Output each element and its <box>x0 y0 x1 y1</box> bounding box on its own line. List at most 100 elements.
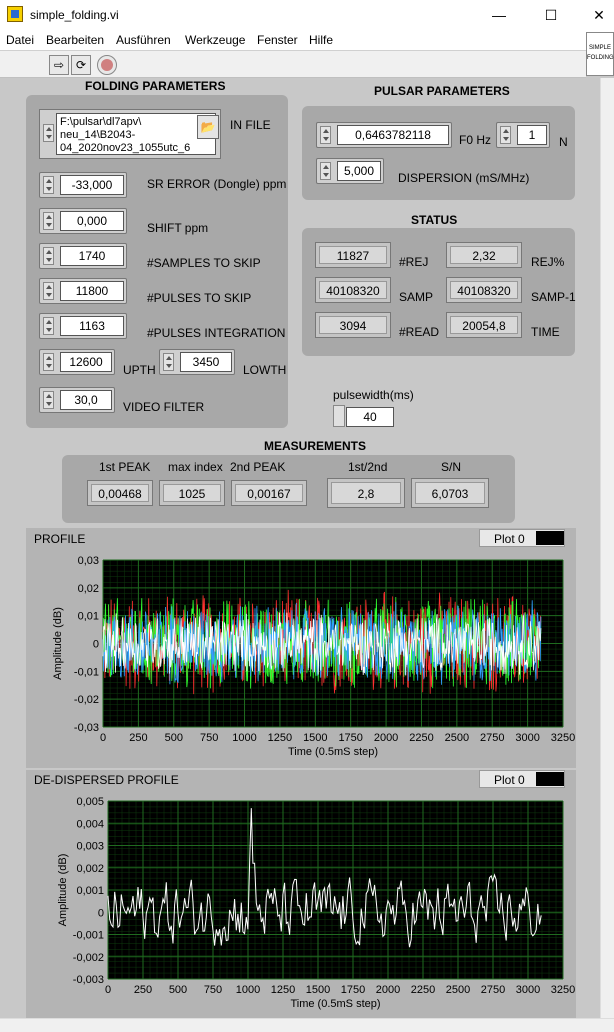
samp-indicator: 40108320 <box>315 277 391 303</box>
y-tick-label: 0 <box>98 907 104 919</box>
vi-icon-pane: SIMPLE FOLDING <box>586 32 614 76</box>
upth-value[interactable]: 12600 <box>60 352 112 372</box>
infile-spinner[interactable] <box>43 124 54 142</box>
time-label: TIME <box>531 325 560 339</box>
y-tick-label: -0,003 <box>73 974 104 986</box>
lowth-control[interactable]: 3450 <box>159 349 235 375</box>
dedispersed-title: DE-DISPERSED PROFILE <box>34 773 179 787</box>
rejpct-indicator: 2,32 <box>446 242 522 268</box>
profile-legend[interactable]: Plot 0 <box>479 529 565 547</box>
samp1-label: SAMP-1 <box>531 290 576 304</box>
shift-label: SHIFT ppm <box>147 221 209 235</box>
f0-value[interactable]: 0,6463782118 <box>337 125 449 145</box>
menu-werkzeuge[interactable]: Werkzeuge <box>185 33 245 47</box>
horizontal-scrollbar[interactable] <box>0 1018 614 1032</box>
n-spinner[interactable] <box>500 126 511 144</box>
vertical-scrollbar[interactable] <box>600 78 614 1018</box>
y-tick-label: -0,001 <box>73 930 104 942</box>
dispersion-value[interactable]: 5,000 <box>337 161 381 181</box>
samples-skip-value[interactable]: 1740 <box>60 246 124 266</box>
profile-legend-label: Plot 0 <box>494 532 525 546</box>
y-tick-label: 0,03 <box>78 555 99 567</box>
pulses-skip-spinner[interactable] <box>43 282 54 300</box>
vi-icon-line1: SIMPLE <box>588 45 611 51</box>
pulses-integration-control[interactable]: 1163 <box>39 313 127 339</box>
sr-error-spinner[interactable] <box>43 176 54 194</box>
dedispersed-legend[interactable]: Plot 0 <box>479 770 565 788</box>
time-indicator: 20054,8 <box>446 312 522 338</box>
folder-open-icon[interactable]: 📂 <box>197 115 219 139</box>
pulsewidth-value[interactable]: 40 <box>346 407 394 427</box>
samples-skip-spinner[interactable] <box>43 247 54 265</box>
dispersion-spinner[interactable] <box>320 162 331 180</box>
x-tick-label: 2500 <box>445 732 469 744</box>
x-tick-label: 1500 <box>306 984 330 996</box>
x-tick-label: 3250 <box>551 984 575 996</box>
peak2-indicator: 0,00167 <box>231 480 307 506</box>
lowth-label: LOWTH <box>243 363 287 377</box>
peak2-value: 0,00167 <box>235 484 303 502</box>
video-filter-value[interactable]: 30,0 <box>60 390 112 410</box>
video-filter-label: VIDEO FILTER <box>123 400 205 414</box>
x-tick-label: 3000 <box>515 732 539 744</box>
x-tick-label: 750 <box>200 732 218 744</box>
pulses-integration-label: #PULSES INTEGRATION <box>147 326 286 340</box>
pulses-skip-control[interactable]: 11800 <box>39 278 127 304</box>
pulses-integration-spinner[interactable] <box>43 317 54 335</box>
x-tick-label: 0 <box>105 984 111 996</box>
upth-control[interactable]: 12600 <box>39 349 115 375</box>
y-tick-label: 0,01 <box>78 611 99 623</box>
upth-spinner[interactable] <box>43 353 54 371</box>
run-arrow-icon[interactable]: ⇨ <box>49 55 69 75</box>
maxidx-value: 1025 <box>163 484 221 502</box>
pulses-integration-value[interactable]: 1163 <box>60 316 124 336</box>
run-continuously-icon[interactable]: ⟳ <box>71 55 91 75</box>
menu-hilfe[interactable]: Hilfe <box>309 33 333 47</box>
rej-indicator: 11827 <box>315 242 391 268</box>
shift-spinner[interactable] <box>43 212 54 230</box>
menu-ausfuehren[interactable]: Ausführen <box>116 33 171 47</box>
abort-icon[interactable] <box>97 55 117 75</box>
menu-datei[interactable]: Datei <box>6 33 34 47</box>
pulses-skip-value[interactable]: 11800 <box>60 281 124 301</box>
shift-value[interactable]: 0,000 <box>60 211 124 231</box>
lowth-spinner[interactable] <box>163 353 174 371</box>
y-tick-label: 0,001 <box>76 885 104 897</box>
read-indicator: 3094 <box>315 312 391 338</box>
maximize-button[interactable]: ☐ <box>536 4 566 26</box>
f0-control[interactable]: 0,6463782118 <box>316 122 452 148</box>
pulsar-panel <box>302 106 575 200</box>
x-tick-label: 750 <box>204 984 222 996</box>
pulsewidth-spinner[interactable] <box>333 405 345 427</box>
samples-skip-control[interactable]: 1740 <box>39 243 127 269</box>
dispersion-control[interactable]: 5,000 <box>316 158 384 184</box>
f0-spinner[interactable] <box>320 126 331 144</box>
video-filter-spinner[interactable] <box>43 391 54 409</box>
dedispersed-chart[interactable]: 0 250 500 750 1000 1250 1500 1750 2000 2250 2500 27… <box>26 790 576 1018</box>
samp1-value: 40108320 <box>450 281 518 299</box>
sr-error-value[interactable]: -33,000 <box>60 175 124 195</box>
status-heading: STATUS <box>411 213 458 227</box>
sr-error-label: SR ERROR (Dongle) ppm <box>147 177 287 191</box>
infile-control[interactable]: F:\pulsar\dl7apv\ neu_14\B2043- 04_2020n… <box>39 109 221 159</box>
peak1-indicator: 0,00468 <box>87 480 153 506</box>
menu-bearbeiten[interactable]: Bearbeiten <box>46 33 104 47</box>
profile-chart[interactable]: 0 250 500 750 1000 1250 1500 1750 2000 2250 2500 27… <box>26 548 576 768</box>
video-filter-control[interactable]: 30,0 <box>39 387 115 413</box>
x-tick-label: 1750 <box>341 984 365 996</box>
close-button[interactable]: ✕ <box>584 4 614 26</box>
shift-control[interactable]: 0,000 <box>39 208 127 234</box>
x-tick-label: 3250 <box>551 732 575 744</box>
upth-label: UPTH <box>123 363 156 377</box>
n-value[interactable]: 1 <box>517 125 547 145</box>
x-tick-label: 3000 <box>516 984 540 996</box>
minimize-button[interactable]: — <box>484 4 514 26</box>
menu-fenster[interactable]: Fenster <box>257 33 298 47</box>
maxidx-indicator: 1025 <box>159 480 225 506</box>
lowth-value[interactable]: 3450 <box>180 352 232 372</box>
vi-icon-line2: FOLDING <box>587 55 614 61</box>
n-control[interactable]: 1 <box>496 122 550 148</box>
infile-path[interactable]: F:\pulsar\dl7apv\ neu_14\B2043- 04_2020n… <box>56 113 216 155</box>
sr-error-control[interactable]: -33,000 <box>39 172 127 198</box>
rej-label: #REJ <box>399 255 429 269</box>
